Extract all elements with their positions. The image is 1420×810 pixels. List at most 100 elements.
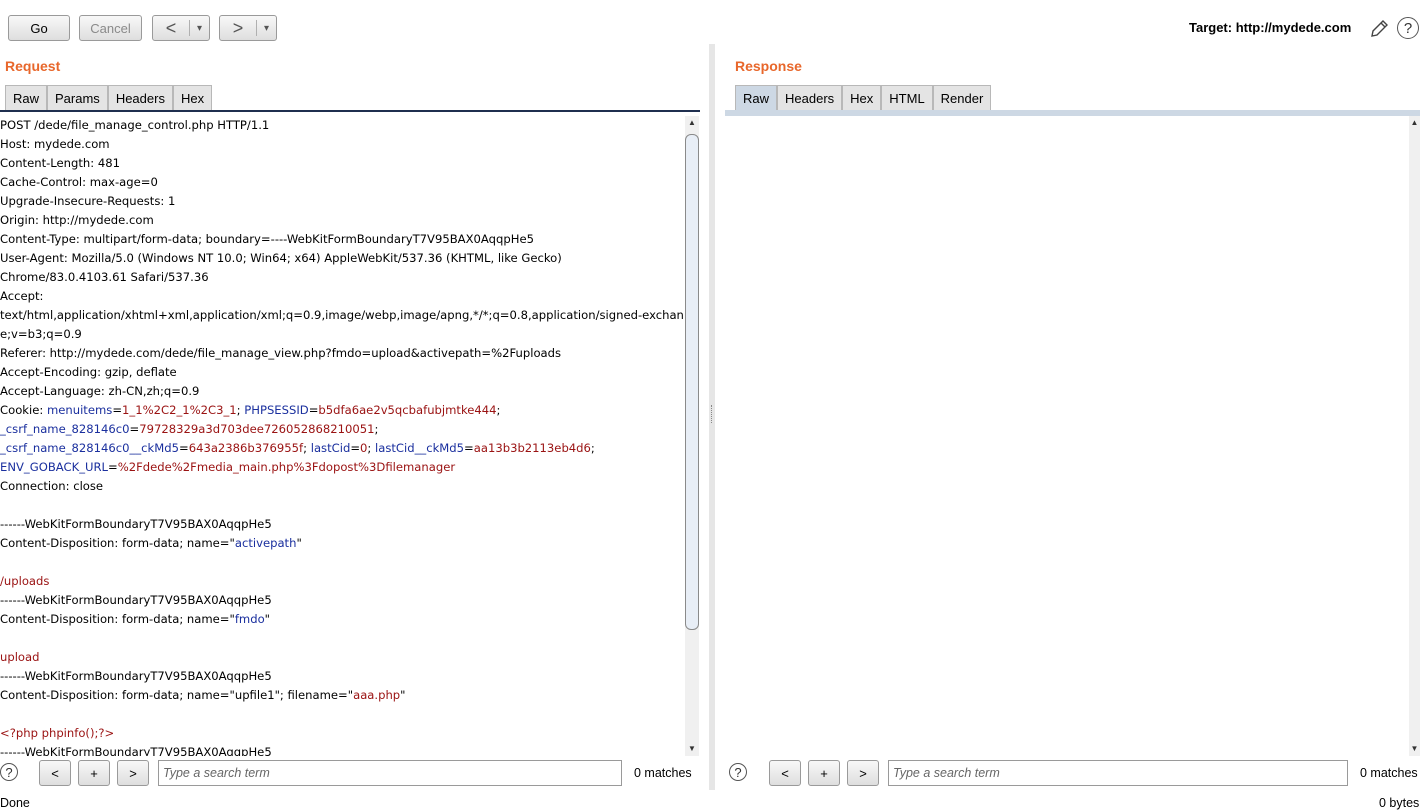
request-line: text/html,application/xhtml+xml,applicat… [0, 306, 684, 325]
forward-button[interactable]: > ▾ [219, 15, 277, 41]
request-line-segment: %2Fdede%2Fmedia_main.php%3Fdopost%3Dfile… [117, 460, 456, 474]
request-line-segment: b5dfa6ae2v5qcbafubjmtke444 [318, 403, 497, 417]
response-tabs: Raw Headers Hex HTML Render [735, 85, 992, 110]
request-line-segment: = [129, 422, 140, 436]
request-line: ------WebKitFormBoundaryT7V95BAX0AqqpHe5 [0, 743, 684, 756]
request-line-segment: menuitems [46, 403, 113, 417]
request-search-input[interactable]: Type a search term [158, 760, 622, 786]
request-line-segment: = [108, 460, 118, 474]
request-tabs: Raw Params Headers Hex [5, 85, 213, 110]
request-tab-hex[interactable]: Hex [172, 85, 213, 110]
request-line: Content-Disposition: form-data; name="ac… [0, 534, 684, 553]
request-line-segment: Cookie: [0, 403, 47, 417]
back-arrow-icon[interactable]: < [153, 16, 189, 40]
request-line-segment: <?php phpinfo();?> [0, 726, 115, 740]
scroll-down-icon[interactable]: ▼ [1409, 744, 1420, 754]
request-line-segment: Content-Type: multipart/form-data; bound… [0, 232, 534, 246]
response-tab-hex[interactable]: Hex [842, 85, 882, 110]
request-line-segment: ; [367, 441, 376, 455]
request-line-segment: upload [0, 650, 40, 664]
request-line: POST /dede/file_manage_control.php HTTP/… [0, 116, 684, 135]
request-line: Connection: close [0, 477, 684, 496]
response-search-help-icon[interactable]: ? [729, 763, 747, 781]
request-line-segment: lastCid [310, 441, 351, 455]
target-label: Target: http://mydede.com [1189, 20, 1352, 35]
request-line: ENV_GOBACK_URL=%2Fdede%2Fmedia_main.php%… [0, 458, 684, 477]
request-tab-params[interactable]: Params [47, 85, 108, 110]
scroll-down-icon[interactable]: ▼ [686, 744, 698, 754]
request-search-next-button[interactable]: > [117, 760, 149, 786]
request-line: Cookie: menuitems=1_1%2C2_1%2C3_1; PHPSE… [0, 401, 684, 420]
request-line-segment: aa13b3b2113eb4d6 [473, 441, 591, 455]
request-line-segment: text/html,application/xhtml+xml,applicat… [0, 308, 684, 322]
request-line: _csrf_name_828146c0=79728329a3d703dee726… [0, 420, 684, 439]
cancel-button[interactable]: Cancel [79, 15, 142, 41]
scroll-up-icon[interactable]: ▲ [686, 118, 698, 128]
pencil-icon[interactable] [1368, 18, 1390, 40]
request-line: ------WebKitFormBoundaryT7V95BAX0AqqpHe5 [0, 667, 684, 686]
request-editor[interactable]: POST /dede/file_manage_control.php HTTP/… [0, 116, 684, 756]
request-line-segment: Cache-Control: max-age=0 [0, 175, 158, 189]
request-line: Content-Disposition: form-data; name="fm… [0, 610, 684, 629]
request-line [0, 705, 684, 724]
request-line-segment: = [464, 441, 474, 455]
request-line-segment: 643a2386b376955f [188, 441, 304, 455]
request-line: ------WebKitFormBoundaryT7V95BAX0AqqpHe5 [0, 515, 684, 534]
request-line: Chrome/83.0.4103.61 Safari/537.36 [0, 268, 684, 287]
request-search-help-icon[interactable]: ? [0, 763, 18, 781]
request-line: Content-Type: multipart/form-data; bound… [0, 230, 684, 249]
forward-dropdown-icon[interactable]: ▾ [257, 16, 276, 40]
response-search-input[interactable]: Type a search term [888, 760, 1348, 786]
request-line-segment: = [308, 403, 319, 417]
request-line-segment: Accept-Encoding: gzip, deflate [0, 365, 177, 379]
request-line-segment: 1_1%2C2_1%2C3_1 [122, 403, 237, 417]
help-icon[interactable]: ? [1397, 17, 1419, 39]
request-line: Host: mydede.com [0, 135, 684, 154]
request-line: Content-Disposition: form-data; name="up… [0, 686, 684, 705]
response-tab-html[interactable]: HTML [881, 85, 933, 110]
response-search-prev-button[interactable]: < [769, 760, 801, 786]
response-title: Response [735, 58, 802, 74]
request-line-segment: Accept-Language: zh-CN,zh;q=0.9 [0, 384, 200, 398]
request-line: Content-Length: 481 [0, 154, 684, 173]
request-line-segment: Content-Disposition: form-data; name=" [0, 612, 235, 626]
request-scroll-thumb[interactable] [685, 134, 699, 630]
request-search-prev-button[interactable]: < [39, 760, 71, 786]
response-tab-raw[interactable]: Raw [735, 85, 778, 110]
request-line: Cache-Control: max-age=0 [0, 173, 684, 192]
request-line: <?php phpinfo();?> [0, 724, 684, 743]
request-search-add-button[interactable]: + [78, 760, 110, 786]
forward-arrow-icon[interactable]: > [220, 16, 256, 40]
go-button[interactable]: Go [8, 15, 70, 41]
request-line-segment: POST /dede/file_manage_control.php HTTP/… [0, 118, 270, 132]
response-editor[interactable] [725, 116, 1408, 756]
response-tab-render[interactable]: Render [932, 85, 992, 110]
request-scrollbar[interactable]: ▲ ▼ [685, 116, 699, 756]
request-line: _csrf_name_828146c0__ckMd5=643a2386b3769… [0, 439, 684, 458]
request-line: Accept: [0, 287, 684, 306]
request-tab-raw[interactable]: Raw [5, 85, 48, 110]
request-line: Upgrade-Insecure-Requests: 1 [0, 192, 684, 211]
request-line-segment: /uploads [0, 574, 50, 588]
response-tab-headers[interactable]: Headers [777, 85, 843, 110]
response-search-add-button[interactable]: + [808, 760, 840, 786]
request-line-segment: fmdo [234, 612, 265, 626]
request-match-count: 0 matches [634, 766, 692, 780]
request-line-segment: = [112, 403, 123, 417]
response-search-next-button[interactable]: > [847, 760, 879, 786]
request-line-segment: Upgrade-Insecure-Requests: 1 [0, 194, 176, 208]
request-tab-headers[interactable]: Headers [107, 85, 173, 110]
scroll-up-icon[interactable]: ▲ [1409, 118, 1420, 128]
request-line-segment: = [178, 441, 189, 455]
request-line-segment: ------WebKitFormBoundaryT7V95BAX0AqqpHe5 [0, 669, 272, 683]
request-line: Accept-Encoding: gzip, deflate [0, 363, 684, 382]
request-line: User-Agent: Mozilla/5.0 (Windows NT 10.0… [0, 249, 684, 268]
response-scrollbar[interactable]: ▲ ▼ [1409, 116, 1420, 756]
request-line-segment: lastCid__ckMd5 [375, 441, 465, 455]
back-dropdown-icon[interactable]: ▾ [190, 16, 209, 40]
back-button[interactable]: < ▾ [152, 15, 210, 41]
request-tab-underline [0, 110, 700, 112]
request-line-segment: Content-Disposition: form-data; name="up… [0, 688, 354, 702]
request-line-segment: Chrome/83.0.4103.61 Safari/537.36 [0, 270, 209, 284]
divider-grip [711, 405, 714, 423]
